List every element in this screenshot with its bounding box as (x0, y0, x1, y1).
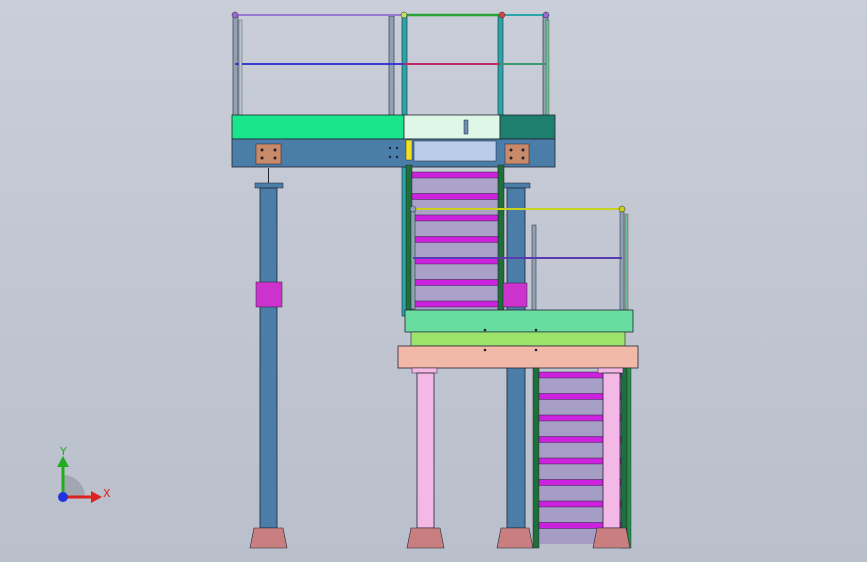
lower-rail-post (619, 209, 625, 311)
stair-tread (411, 236, 499, 243)
stair-tread (411, 171, 499, 179)
rail-cap (498, 11, 506, 19)
stair-stringer-left (532, 367, 540, 549)
lower-rail-post (531, 224, 537, 311)
stair-tread (411, 193, 499, 200)
upper-beam-inner (413, 140, 497, 162)
y-axis-label: Y (59, 445, 67, 458)
base-plate (406, 527, 445, 549)
upper-deck-right[interactable] (499, 114, 556, 140)
connection-plate-right (504, 143, 530, 165)
base-plate (592, 527, 631, 549)
stair-tread (411, 300, 499, 308)
upper-rail-post-left (232, 15, 239, 117)
stair-stringer-right (620, 367, 628, 549)
x-axis-label: X (103, 487, 111, 500)
base-plate (249, 527, 288, 549)
lower-beam[interactable] (397, 345, 639, 369)
upper-rail-post-inner (238, 19, 243, 117)
upper-rail-post-mid1 (388, 15, 395, 117)
lower-rail-post (624, 213, 629, 311)
lower-deck[interactable] (404, 309, 634, 333)
column-cap (597, 367, 624, 374)
rail-cap (542, 11, 550, 19)
upper-platform[interactable] (231, 11, 556, 317)
pink-column-left[interactable] (406, 367, 445, 549)
column-shaft[interactable] (602, 372, 621, 529)
stair-riser (412, 199, 498, 215)
column-shaft[interactable] (259, 187, 278, 529)
stair-stringer-outer (626, 367, 632, 549)
left-column[interactable] (249, 168, 288, 549)
cad-viewport[interactable]: Y X (0, 0, 867, 562)
column-brace-plate (255, 281, 283, 308)
lower-deck-band (410, 331, 626, 347)
stair-tread (411, 279, 499, 286)
upper-deck-opening[interactable] (403, 114, 501, 140)
upper-stair[interactable] (405, 164, 505, 323)
stair-riser (412, 285, 498, 301)
base-plate (496, 527, 534, 549)
stair-riser (412, 242, 498, 258)
rail-cap (618, 205, 626, 213)
z-axis-dot (58, 492, 68, 502)
upper-deck-post (463, 119, 469, 135)
x-axis-arrow (91, 491, 102, 503)
column-brace-plate (502, 282, 528, 308)
column-shaft[interactable] (416, 372, 435, 529)
upper-beam-yellow-tag (405, 139, 413, 161)
connection-plate-left (255, 143, 282, 165)
stair-riser (412, 178, 498, 194)
stair-riser (412, 221, 498, 237)
stair-riser (412, 264, 498, 280)
upper-rail-post-inner (545, 19, 550, 117)
stair-tread (411, 214, 499, 222)
rail-cap (231, 11, 239, 19)
upper-deck[interactable] (231, 114, 405, 140)
coordinate-triad: Y X (57, 445, 111, 503)
rail-cap (409, 205, 417, 213)
column-cap (411, 367, 438, 374)
column-cap (254, 182, 284, 189)
rail-cap (400, 11, 408, 19)
column-cap (503, 182, 531, 189)
